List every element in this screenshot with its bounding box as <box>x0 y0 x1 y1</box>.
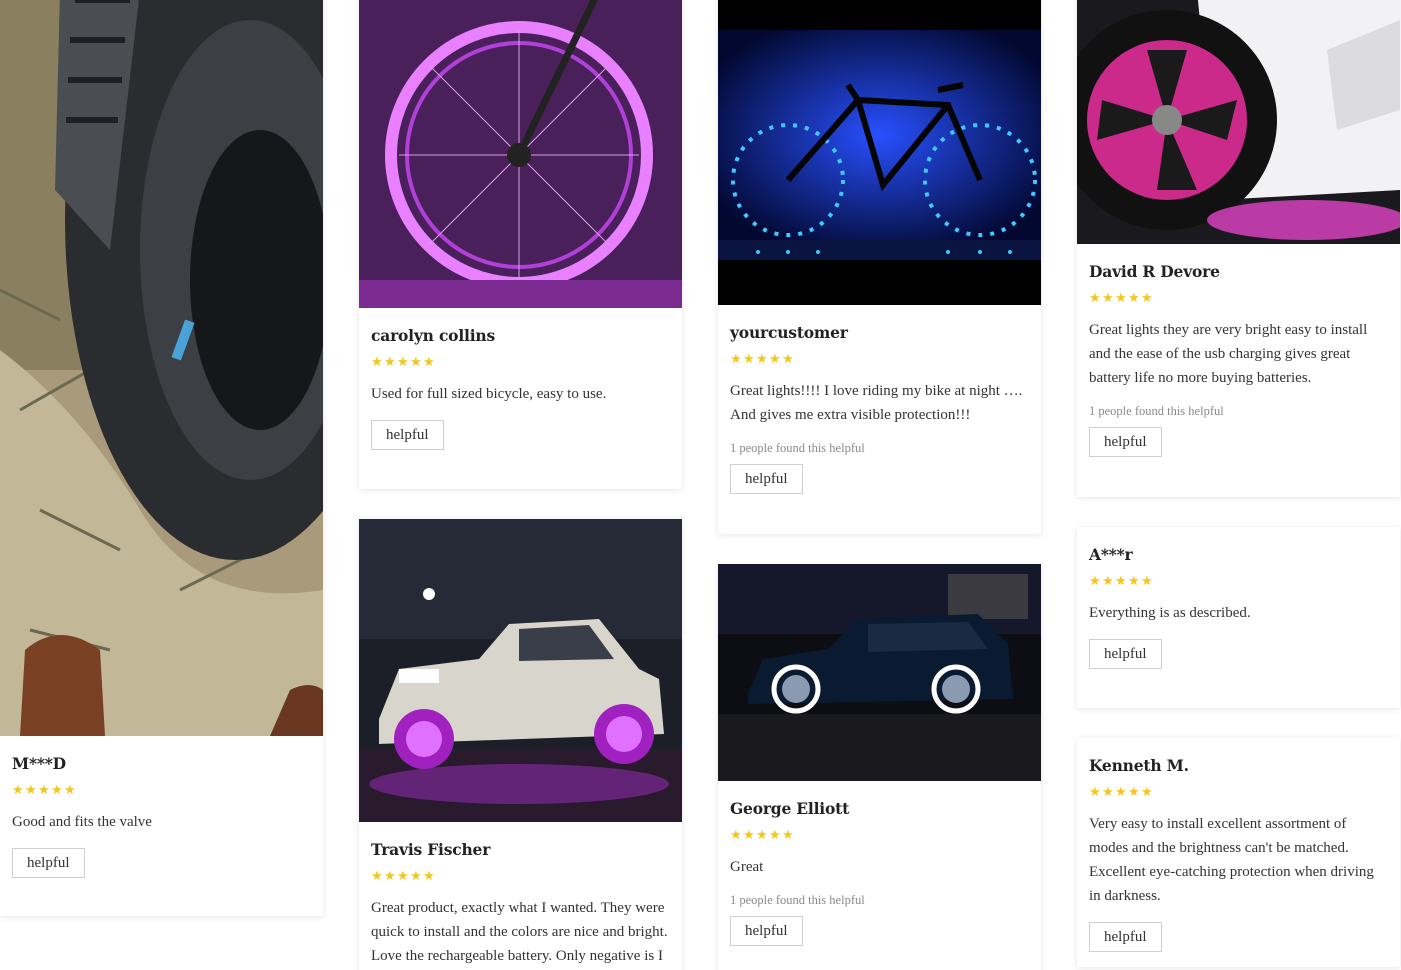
star-icon: ★ <box>1102 291 1114 306</box>
review-card: David R Devore ★★★★★ Great lights they a… <box>1077 0 1400 497</box>
star-rating: ★★★★★ <box>730 828 1029 844</box>
star-icon: ★ <box>743 828 755 843</box>
reviewer-name: carolyn collins <box>371 326 495 345</box>
star-icon: ★ <box>25 783 37 798</box>
star-icon: ★ <box>756 352 768 367</box>
reviewer-name: M***D <box>12 754 66 773</box>
star-icon: ★ <box>756 828 768 843</box>
star-icon: ★ <box>1128 291 1140 306</box>
review-text: Used for full sized bicycle, easy to use… <box>371 386 607 402</box>
reviewer-name: David R Devore <box>1089 262 1220 281</box>
star-icon: ★ <box>384 869 396 884</box>
helpful-button[interactable]: helpful <box>12 848 85 878</box>
star-icon: ★ <box>423 869 435 884</box>
star-icon: ★ <box>64 783 76 798</box>
star-icon: ★ <box>371 355 383 370</box>
review-photo[interactable] <box>359 519 682 822</box>
reviewer-name: Travis Fischer <box>371 840 491 859</box>
star-rating: ★★★★★ <box>371 355 670 371</box>
helpful-count: 1 people found this helpful <box>730 441 865 455</box>
helpful-button[interactable]: helpful <box>371 420 444 450</box>
helpful-count: 1 people found this helpful <box>1089 404 1224 418</box>
star-icon: ★ <box>1115 574 1127 589</box>
star-icon: ★ <box>1102 785 1114 800</box>
star-icon: ★ <box>384 355 396 370</box>
review-card: George Elliott ★★★★★ Great 1 people foun… <box>718 564 1041 970</box>
star-rating: ★★★★★ <box>1089 785 1388 801</box>
review-photo[interactable] <box>718 564 1041 781</box>
star-icon: ★ <box>12 783 24 798</box>
reviewer-name: George Elliott <box>730 799 850 818</box>
star-rating: ★★★★★ <box>1089 291 1388 307</box>
star-icon: ★ <box>1089 574 1101 589</box>
helpful-count: 1 people found this helpful <box>730 893 865 907</box>
review-photo[interactable] <box>718 0 1041 305</box>
review-text: Very easy to install excellent assortmen… <box>1089 816 1374 904</box>
helpful-button[interactable]: helpful <box>730 916 803 946</box>
reviewer-name: Kenneth M. <box>1089 756 1189 775</box>
review-card: Travis Fischer ★★★★★ Great product, exac… <box>359 519 682 970</box>
helpful-button[interactable]: helpful <box>1089 427 1162 457</box>
review-card: carolyn collins ★★★★★ Used for full size… <box>359 0 682 489</box>
review-text: Great lights they are very bright easy t… <box>1089 322 1368 386</box>
reviewer-name: yourcustomer <box>730 323 848 342</box>
star-rating: ★★★★★ <box>12 783 311 799</box>
star-icon: ★ <box>743 352 755 367</box>
star-icon: ★ <box>1128 574 1140 589</box>
reviewer-name: A***r <box>1089 545 1133 564</box>
star-rating: ★★★★★ <box>730 352 1029 368</box>
star-icon: ★ <box>397 869 409 884</box>
review-photo[interactable] <box>359 0 682 308</box>
star-icon: ★ <box>1128 785 1140 800</box>
star-icon: ★ <box>423 355 435 370</box>
review-text: Great <box>730 859 764 875</box>
star-icon: ★ <box>371 869 383 884</box>
helpful-button[interactable]: helpful <box>1089 639 1162 669</box>
star-icon: ★ <box>38 783 50 798</box>
star-icon: ★ <box>730 352 742 367</box>
star-icon: ★ <box>1141 574 1153 589</box>
star-icon: ★ <box>1089 291 1101 306</box>
star-icon: ★ <box>782 828 794 843</box>
star-icon: ★ <box>1115 291 1127 306</box>
review-photo[interactable] <box>0 0 323 736</box>
star-icon: ★ <box>782 352 794 367</box>
review-card: M***D ★★★★★ Good and fits the valve help… <box>0 0 323 916</box>
review-card: A***r ★★★★★ Everything is as described. … <box>1077 527 1400 708</box>
helpful-button[interactable]: helpful <box>730 464 803 494</box>
review-text: Great product, exactly what I wanted. Th… <box>371 900 668 964</box>
star-icon: ★ <box>1115 785 1127 800</box>
star-icon: ★ <box>1141 291 1153 306</box>
star-icon: ★ <box>410 355 422 370</box>
star-icon: ★ <box>769 352 781 367</box>
review-card: yourcustomer ★★★★★ Great lights!!!! I lo… <box>718 0 1041 534</box>
star-rating: ★★★★★ <box>371 869 670 885</box>
helpful-button[interactable]: helpful <box>1089 922 1162 952</box>
review-card: Kenneth M. ★★★★★ Very easy to install ex… <box>1077 738 1400 967</box>
star-icon: ★ <box>51 783 63 798</box>
star-rating: ★★★★★ <box>1089 574 1388 590</box>
review-text: Everything is as described. <box>1089 605 1251 621</box>
star-icon: ★ <box>1141 785 1153 800</box>
review-photo[interactable] <box>1077 0 1400 244</box>
review-text: Good and fits the valve <box>12 814 152 830</box>
star-icon: ★ <box>410 869 422 884</box>
star-icon: ★ <box>730 828 742 843</box>
star-icon: ★ <box>1089 785 1101 800</box>
star-icon: ★ <box>769 828 781 843</box>
review-text: Great lights!!!! I love riding my bike a… <box>730 383 1023 423</box>
star-icon: ★ <box>1102 574 1114 589</box>
star-icon: ★ <box>397 355 409 370</box>
